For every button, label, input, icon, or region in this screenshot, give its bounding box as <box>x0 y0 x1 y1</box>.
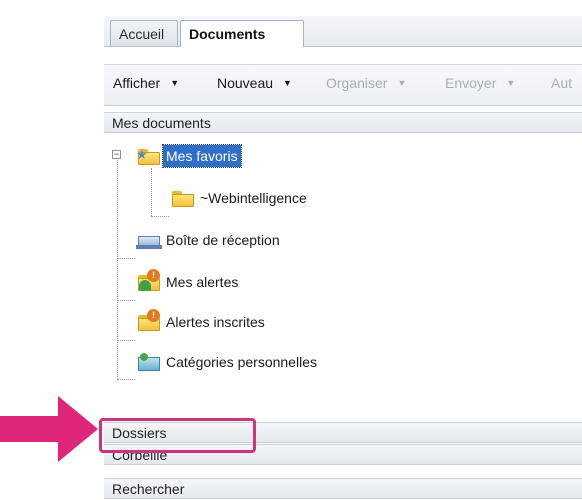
tab-documents[interactable]: Documents <box>180 20 304 47</box>
tree-item-webintelligence[interactable]: ~Webintelligence <box>170 186 310 208</box>
favorites-folder-icon: ★ <box>136 146 162 166</box>
nouveau-menu-button[interactable]: Nouveau ▼ <box>217 75 292 91</box>
envoyer-menu-button[interactable]: Envoyer ▼ <box>445 75 515 91</box>
tree-connector <box>117 160 118 379</box>
tree-connector <box>117 340 135 341</box>
section-rechercher-label: Rechercher <box>112 481 185 497</box>
tree-item-mes-alertes[interactable]: ! Mes alertes <box>136 269 241 292</box>
afficher-menu-button[interactable]: Afficher ▼ <box>113 75 179 91</box>
chevron-down-icon: ▼ <box>397 78 407 88</box>
chevron-down-icon: ▼ <box>506 78 516 88</box>
tree-item-label: Boîte de réception <box>166 232 280 249</box>
subscribed-alerts-icon: ! <box>136 309 162 332</box>
inbox-icon <box>136 230 162 250</box>
tree-item-categories-personnelles[interactable]: Catégories personnelles <box>136 350 320 372</box>
nouveau-label: Nouveau <box>217 75 274 91</box>
chevron-down-icon: ▼ <box>170 78 180 88</box>
section-mes-documents[interactable]: Mes documents <box>104 112 582 133</box>
tree-connector <box>151 216 169 217</box>
collapse-toggle-icon[interactable]: − <box>112 150 121 159</box>
section-rechercher[interactable]: Rechercher <box>104 478 582 499</box>
organiser-menu-button[interactable]: Organiser ▼ <box>326 75 406 91</box>
tree-connector <box>151 168 152 216</box>
autres-label: Aut <box>551 75 573 91</box>
envoyer-label: Envoyer <box>445 75 497 91</box>
tree-connector <box>117 379 135 380</box>
tree-item-alertes-inscrites[interactable]: ! Alertes inscrites <box>136 309 268 332</box>
tree-item-label: Mes alertes <box>166 274 239 291</box>
dossiers-highlight-box <box>99 418 256 453</box>
autres-menu-button[interactable]: Aut <box>551 75 572 91</box>
personal-categories-icon <box>136 352 162 372</box>
section-mes-documents-label: Mes documents <box>112 115 211 131</box>
alerts-icon: ! <box>136 269 162 292</box>
folder-icon <box>170 188 196 208</box>
tree-connector <box>117 300 135 301</box>
tab-accueil[interactable]: Accueil <box>110 20 178 46</box>
afficher-label: Afficher <box>113 75 161 91</box>
tab-bar: Accueil Documents <box>104 16 582 47</box>
toolbar: Afficher ▼ Nouveau ▼ Organiser ▼ Envoyer ▼ A… <box>104 64 582 106</box>
pointer-arrow-icon <box>0 396 98 462</box>
tree-item-mes-favoris[interactable]: ★ Mes favoris <box>136 144 242 169</box>
tree-item-label: Mes favoris <box>162 144 242 169</box>
organiser-label: Organiser <box>326 75 388 91</box>
tree-connector <box>117 258 135 259</box>
documents-tree: − ★ Mes favoris ~Webintelligence Boîte d… <box>104 136 582 416</box>
tree-item-label: Catégories personnelles <box>166 354 317 371</box>
chevron-down-icon: ▼ <box>283 78 292 88</box>
tree-item-label: ~Webintelligence <box>200 190 307 207</box>
tree-item-boite-de-reception[interactable]: Boîte de réception <box>136 228 283 250</box>
tree-item-label: Alertes inscrites <box>166 314 265 331</box>
